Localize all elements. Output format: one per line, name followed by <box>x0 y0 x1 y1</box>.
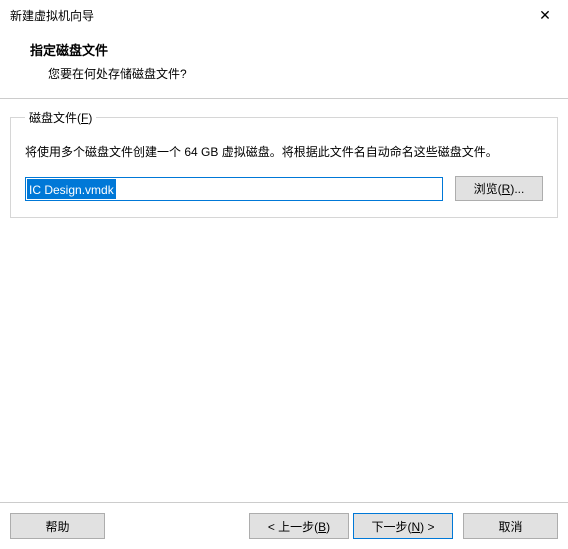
disk-file-group: 磁盘文件(F) 将使用多个磁盘文件创建一个 64 GB 虚拟磁盘。将根据此文件名… <box>10 109 558 218</box>
close-icon: ✕ <box>539 7 551 24</box>
wizard-header: 指定磁盘文件 您要在何处存储磁盘文件? <box>0 30 568 98</box>
disk-file-value: IC Design.vmdk <box>27 179 116 199</box>
cancel-button[interactable]: 取消 <box>463 513 558 539</box>
main-content: 磁盘文件(F) 将使用多个磁盘文件创建一个 64 GB 虚拟磁盘。将根据此文件名… <box>0 99 568 218</box>
window-title: 新建虚拟机向导 <box>10 7 522 24</box>
next-button[interactable]: 下一步(N) > <box>353 513 453 539</box>
back-button[interactable]: < 上一步(B) <box>249 513 349 539</box>
page-title: 指定磁盘文件 <box>30 40 548 59</box>
help-button[interactable]: 帮助 <box>10 513 105 539</box>
disk-file-description: 将使用多个磁盘文件创建一个 64 GB 虚拟磁盘。将根据此文件名自动命名这些磁盘… <box>25 142 543 162</box>
file-row: IC Design.vmdk 浏览(R)... <box>25 176 543 201</box>
wizard-footer: 帮助 < 上一步(B) 下一步(N) > 取消 <box>0 502 568 549</box>
disk-file-legend: 磁盘文件(F) <box>25 109 96 126</box>
browse-button[interactable]: 浏览(R)... <box>455 176 543 201</box>
titlebar: 新建虚拟机向导 ✕ <box>0 0 568 30</box>
page-subtitle: 您要在何处存储磁盘文件? <box>48 65 548 82</box>
disk-file-input[interactable]: IC Design.vmdk <box>25 177 443 201</box>
close-button[interactable]: ✕ <box>522 0 568 30</box>
